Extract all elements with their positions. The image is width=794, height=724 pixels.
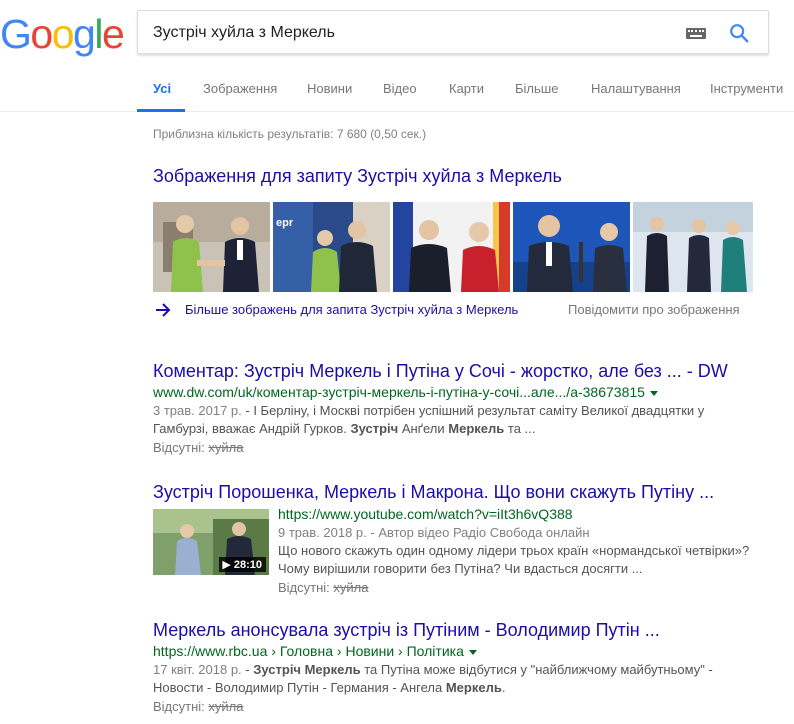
- tab-all[interactable]: Усі: [137, 70, 186, 112]
- result-date: 9 трав. 2018 р.: [278, 525, 367, 540]
- search-box: [137, 10, 769, 54]
- tab-images[interactable]: Зображення: [203, 70, 277, 112]
- video-duration-badge: ▶ 28:10: [219, 557, 266, 572]
- result-date: 17 квіт. 2018 р.: [153, 662, 242, 677]
- missing-terms: Відсутні: хуйла: [153, 439, 773, 457]
- svg-text:epr: epr: [276, 217, 294, 229]
- result-snippet: 3 трав. 2017 р. - І Берліну, і Москві по…: [153, 402, 773, 438]
- image-thumbnail[interactable]: [513, 202, 630, 292]
- missing-term: хуйла: [208, 699, 244, 714]
- snippet-text: та ...: [504, 421, 536, 436]
- image-thumbnail[interactable]: [633, 202, 753, 292]
- snippet-text: Що нового скажуть один одному лідери трь…: [278, 543, 750, 558]
- missing-label: Відсутні:: [278, 580, 330, 595]
- video-result-body: ▶ 28:10 https://www.youtube.com/watch?v=…: [153, 505, 773, 595]
- missing-terms: Відсутні: хуйла: [278, 579, 778, 597]
- snippet-highlight: Зустріч: [350, 421, 399, 436]
- missing-terms: Відсутні: хуйла: [153, 698, 773, 716]
- snippet-text: .: [501, 680, 506, 695]
- image-thumbnail[interactable]: epr: [273, 202, 390, 292]
- dropdown-caret-icon[interactable]: [468, 649, 477, 655]
- search-input[interactable]: [153, 22, 673, 44]
- result-title-link[interactable]: Меркель анонсувала зустріч із Путіним - …: [153, 619, 773, 641]
- search-result-video: Зустріч Порошенка, Меркель і Макрона. Що…: [153, 481, 773, 595]
- result-url-text: www.dw.com/uk/коментар-зустріч-меркель-і…: [153, 384, 645, 400]
- result-snippet: Що нового скажуть один одному лідери трь…: [278, 542, 778, 578]
- snippet-text: Новости - Володимир Путін - Германия - А…: [153, 680, 446, 695]
- image-thumbnail[interactable]: [153, 202, 270, 292]
- snippet-text: -: [241, 662, 254, 677]
- result-snippet: 17 квіт. 2018 р. - Зустріч Меркель та Пу…: [153, 661, 773, 697]
- more-images-label: Більше зображень для запита Зустріч хуйл…: [185, 302, 519, 317]
- tab-more[interactable]: Більше: [515, 70, 558, 112]
- missing-term: хуйла: [208, 440, 244, 455]
- snippet-text: - І Берліну, і Москві потрібен успішний …: [241, 403, 705, 418]
- snippet-highlight: Меркель: [445, 680, 502, 695]
- result-meta: 9 трав. 2018 р. - Автор відео Радіо Своб…: [278, 524, 778, 542]
- snippet-text: Чому вирішили говорити без Путіна? Чи вд…: [278, 561, 643, 576]
- result-title-link[interactable]: Коментар: Зустріч Меркель і Путіна у Соч…: [153, 360, 773, 382]
- video-thumbnail[interactable]: ▶ 28:10: [153, 509, 269, 575]
- snippet-highlight: Меркель: [448, 421, 505, 436]
- tab-news[interactable]: Новини: [307, 70, 352, 112]
- result-date: 3 трав. 2017 р.: [153, 403, 242, 418]
- result-url: https://www.youtube.com/watch?v=iIt3h6vQ…: [278, 505, 778, 523]
- header: Google Усі Зображення Новини Відео Карти…: [0, 0, 794, 112]
- video-result-text: https://www.youtube.com/watch?v=iIt3h6vQ…: [278, 505, 778, 597]
- search-icon[interactable]: [728, 22, 750, 44]
- result-author: - Автор відео Радіо Свобода онлайн: [366, 525, 590, 540]
- search-result: Коментар: Зустріч Меркель і Путіна у Соч…: [153, 360, 773, 457]
- result-breadcrumb: https://www.rbc.ua › Головна › Новини › …: [153, 643, 464, 659]
- snippet-text: Анґели: [398, 421, 449, 436]
- tab-maps[interactable]: Карти: [449, 70, 484, 112]
- search-result: Меркель анонсувала зустріч із Путіним - …: [153, 619, 773, 716]
- image-thumbnail[interactable]: [393, 202, 510, 292]
- missing-label: Відсутні:: [153, 699, 205, 714]
- result-url: www.dw.com/uk/коментар-зустріч-меркель-і…: [153, 383, 773, 401]
- result-url: https://www.rbc.ua › Головна › Новини › …: [153, 642, 773, 660]
- dropdown-caret-icon[interactable]: [649, 390, 658, 396]
- tab-video[interactable]: Відео: [383, 70, 417, 112]
- snippet-highlight: Зустріч Меркель: [253, 662, 361, 677]
- missing-label: Відсутні:: [153, 440, 205, 455]
- missing-term: хуйла: [333, 580, 369, 595]
- snippet-text: та Путіна може відбутися у "найближчому …: [360, 662, 713, 677]
- report-images-link[interactable]: Повідомити про зображення: [568, 302, 740, 317]
- tab-tools[interactable]: Інструменти: [710, 70, 783, 112]
- result-title-link[interactable]: Зустріч Порошенка, Меркель і Макрона. Що…: [153, 481, 773, 503]
- google-logo[interactable]: Google: [0, 10, 125, 58]
- results-stats: Приблизна кількість результатів: 7 680 (…: [153, 127, 427, 141]
- snippet-text: Гамбурзі, вважає Андрій Гурков.: [153, 421, 351, 436]
- arrow-right-icon: [156, 303, 171, 317]
- tab-settings[interactable]: Налаштування: [591, 70, 681, 112]
- keyboard-icon[interactable]: [686, 28, 706, 39]
- result-url-text: https://www.youtube.com/watch?v=iIt3h6vQ…: [278, 506, 573, 522]
- images-heading-link[interactable]: Зображення для запиту Зустріч хуйла з Ме…: [153, 166, 562, 187]
